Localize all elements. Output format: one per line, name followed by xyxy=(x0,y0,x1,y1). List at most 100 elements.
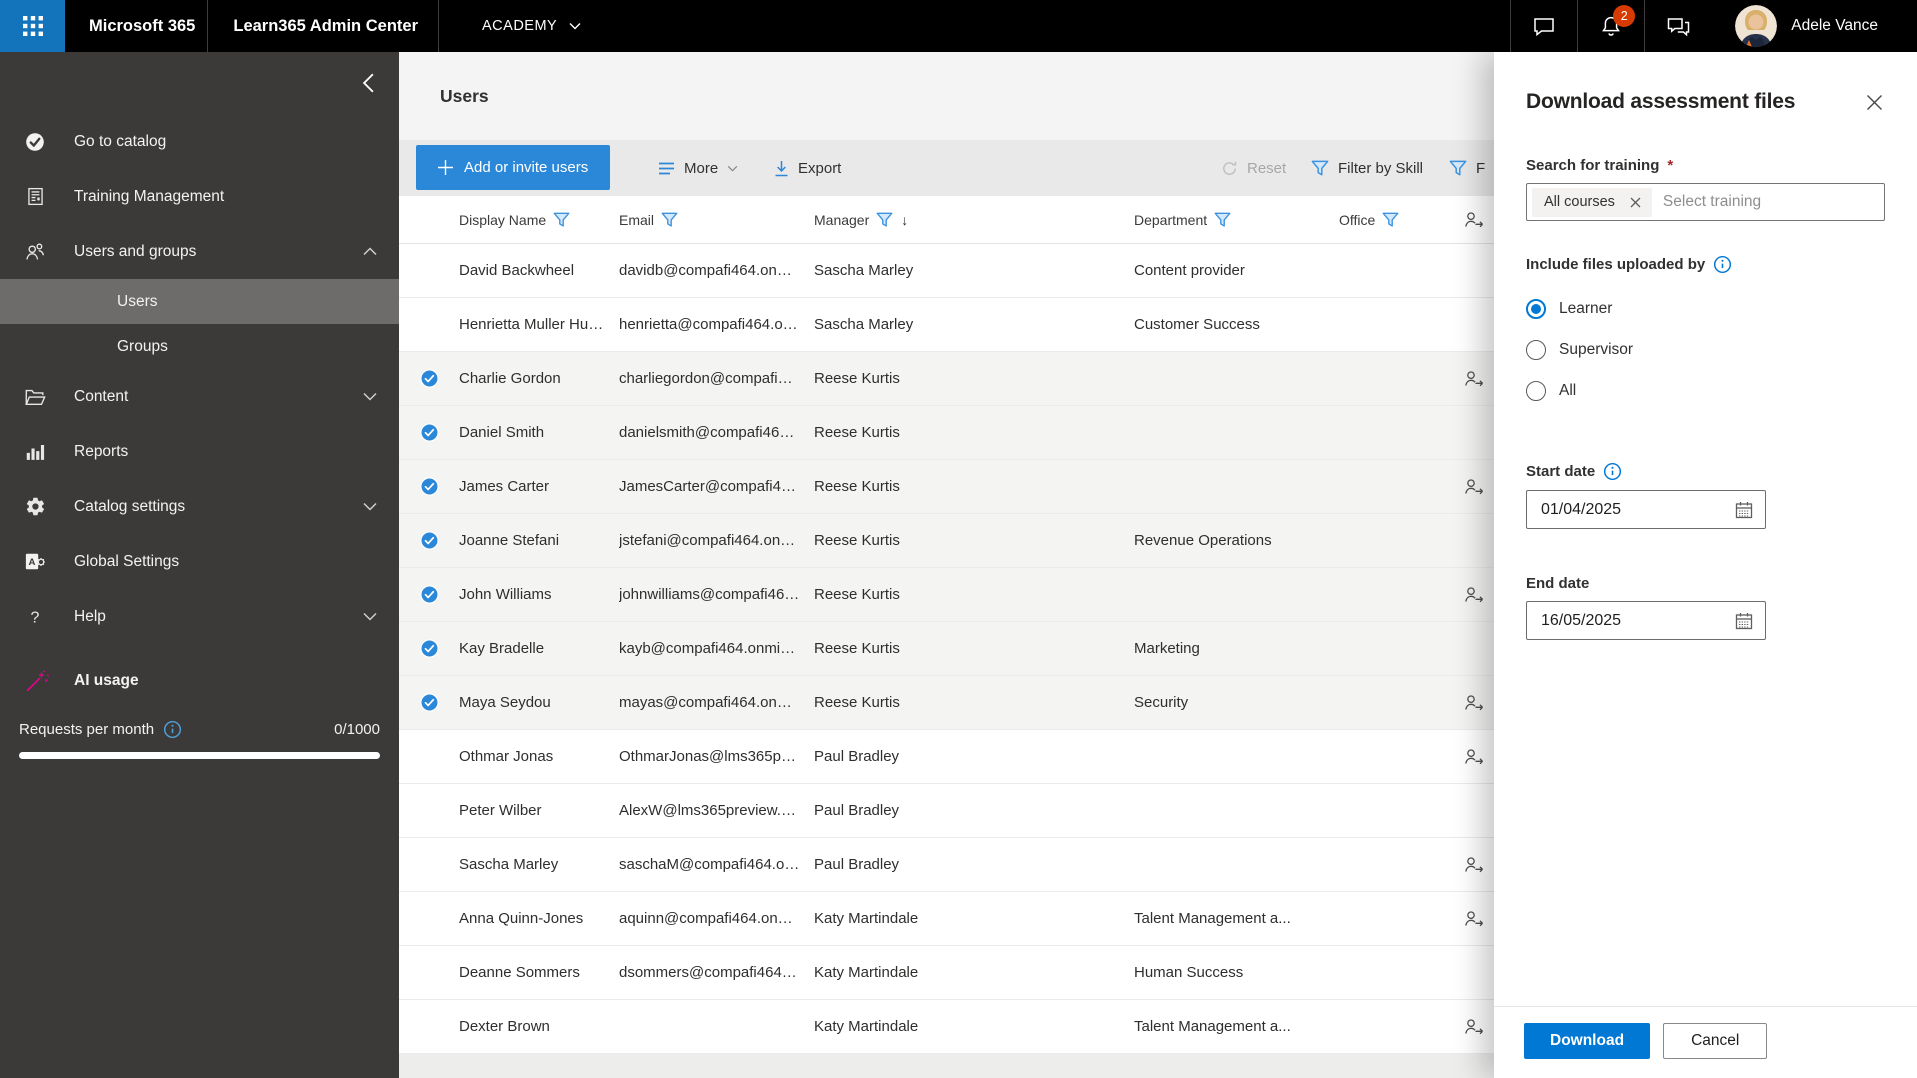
app-launcher-button[interactable] xyxy=(0,0,65,52)
info-icon[interactable] xyxy=(1603,462,1622,481)
row-select-cell[interactable] xyxy=(399,639,459,658)
cell-manager: Katy Martindale xyxy=(814,910,1134,927)
sidebar-item-groups[interactable]: Groups xyxy=(0,324,399,369)
impersonate-icon[interactable] xyxy=(1463,856,1485,874)
radio-button-icon[interactable] xyxy=(1526,340,1546,360)
feedback-button[interactable] xyxy=(1645,0,1711,52)
filter-icon[interactable] xyxy=(876,212,893,228)
sidebar-item-global-settings[interactable]: AGlobal Settings xyxy=(0,534,399,589)
chip-remove-icon[interactable] xyxy=(1630,197,1641,208)
cell-manager: Reese Kurtis xyxy=(814,424,1134,441)
cell-display-name: Peter Wilber xyxy=(459,802,619,819)
radio-option-learner[interactable]: Learner xyxy=(1526,288,1885,329)
collapse-sidebar-button[interactable] xyxy=(362,73,375,93)
impersonate-icon[interactable] xyxy=(1463,910,1485,928)
cancel-button[interactable]: Cancel xyxy=(1663,1023,1767,1059)
close-icon[interactable] xyxy=(1864,92,1885,113)
end-date-input[interactable]: 16/05/2025 xyxy=(1526,601,1766,640)
calendar-icon[interactable] xyxy=(1734,500,1754,520)
radio-option-all[interactable]: All xyxy=(1526,370,1885,411)
filter-icon[interactable] xyxy=(553,212,570,228)
app-title[interactable]: Learn365 Admin Center xyxy=(208,17,438,36)
radio-option-supervisor[interactable]: Supervisor xyxy=(1526,329,1885,370)
selected-check-icon xyxy=(420,585,439,604)
cell-manager: Paul Bradley xyxy=(814,748,1134,765)
notifications-button[interactable]: 2 xyxy=(1578,0,1644,52)
calendar-icon[interactable] xyxy=(1734,611,1754,631)
sidebar-nav: Go to catalogTraining ManagementUsers an… xyxy=(0,114,399,644)
filter-icon[interactable] xyxy=(1382,212,1399,228)
column-label: Email xyxy=(619,212,654,228)
radio-button-icon[interactable] xyxy=(1526,381,1546,401)
sidebar-item-users[interactable]: Users xyxy=(0,279,399,324)
filter-by-skill-button[interactable]: Filter by Skill xyxy=(1311,140,1423,196)
row-select-cell[interactable] xyxy=(399,423,459,442)
filter-button-partial[interactable]: F xyxy=(1449,140,1485,196)
cell-email: aquinn@compafi464.onmicr... xyxy=(619,910,814,927)
tenant-label: ACADEMY xyxy=(482,18,557,34)
cell-email: davidb@compafi464.onmicr... xyxy=(619,262,814,279)
sidebar-item-users-and-groups[interactable]: Users and groups xyxy=(0,224,399,279)
sidebar: Go to catalogTraining ManagementUsers an… xyxy=(0,52,399,1078)
ai-usage-progress-track xyxy=(19,752,380,759)
catalog-icon xyxy=(24,131,46,153)
filter-icon[interactable] xyxy=(1214,212,1231,228)
all-courses-chip[interactable]: All courses xyxy=(1532,188,1652,217)
column-header-email[interactable]: Email xyxy=(619,212,814,228)
start-date-label: Start date xyxy=(1526,462,1885,481)
account-button[interactable]: Adele Vance xyxy=(1711,5,1917,47)
add-or-invite-users-button[interactable]: Add or invite users xyxy=(416,145,610,190)
cell-manager: Katy Martindale xyxy=(814,964,1134,981)
export-button[interactable]: Export xyxy=(774,140,841,196)
column-header-manager[interactable]: Manager↓ xyxy=(814,212,1134,228)
chip-label: All courses xyxy=(1544,194,1615,210)
cell-email: johnwilliams@compafi464.o... xyxy=(619,586,814,603)
filter-icon[interactable] xyxy=(661,212,678,228)
impersonate-icon[interactable] xyxy=(1463,694,1485,712)
row-select-cell[interactable] xyxy=(399,531,459,550)
sidebar-item-ai-usage[interactable]: AI usage xyxy=(0,654,399,708)
notification-badge: 2 xyxy=(1613,5,1635,27)
cell-display-name: Othmar Jonas xyxy=(459,748,619,765)
cell-display-name: Daniel Smith xyxy=(459,424,619,441)
sidebar-item-catalog-settings[interactable]: Catalog settings xyxy=(0,479,399,534)
column-header-display-name[interactable]: Display Name xyxy=(459,212,619,228)
sidebar-item-help[interactable]: ?Help xyxy=(0,589,399,644)
more-button[interactable]: More xyxy=(658,140,738,196)
download-button[interactable]: Download xyxy=(1524,1023,1650,1059)
cell-display-name: Charlie Gordon xyxy=(459,370,619,387)
impersonate-icon[interactable] xyxy=(1463,370,1485,388)
filter-partial-label: F xyxy=(1476,160,1485,177)
row-select-cell[interactable] xyxy=(399,585,459,604)
impersonate-icon[interactable] xyxy=(1463,586,1485,604)
selected-check-icon xyxy=(420,477,439,496)
row-select-cell[interactable] xyxy=(399,477,459,496)
svg-text:A: A xyxy=(29,557,36,568)
end-date-text: End date xyxy=(1526,575,1589,592)
training-search-input[interactable]: All courses Select training xyxy=(1526,183,1885,221)
sidebar-item-content[interactable]: Content xyxy=(0,369,399,424)
row-select-cell[interactable] xyxy=(399,693,459,712)
page-title: Users xyxy=(440,86,489,107)
brand-title[interactable]: Microsoft 365 xyxy=(65,17,207,36)
chevron-down-icon xyxy=(363,612,377,621)
chat-button[interactable] xyxy=(1511,0,1577,52)
sort-descending-icon[interactable]: ↓ xyxy=(901,212,908,228)
user-name: Adele Vance xyxy=(1791,17,1878,35)
radio-button-icon[interactable] xyxy=(1526,299,1546,319)
column-header-department[interactable]: Department xyxy=(1134,212,1339,228)
chevron-down-icon xyxy=(569,22,581,30)
start-date-input[interactable]: 01/04/2025 xyxy=(1526,490,1766,529)
reset-button[interactable]: Reset xyxy=(1221,140,1286,196)
sidebar-item-training-management[interactable]: Training Management xyxy=(0,169,399,224)
tenant-selector[interactable]: ACADEMY xyxy=(439,18,581,34)
impersonate-icon[interactable] xyxy=(1463,1018,1485,1036)
info-icon[interactable] xyxy=(1713,255,1732,274)
column-header-office[interactable]: Office xyxy=(1339,212,1459,228)
sidebar-item-go-to-catalog[interactable]: Go to catalog xyxy=(0,114,399,169)
sidebar-item-reports[interactable]: Reports xyxy=(0,424,399,479)
impersonate-icon[interactable] xyxy=(1463,748,1485,766)
info-icon[interactable] xyxy=(163,720,182,739)
row-select-cell[interactable] xyxy=(399,369,459,388)
impersonate-icon[interactable] xyxy=(1463,478,1485,496)
